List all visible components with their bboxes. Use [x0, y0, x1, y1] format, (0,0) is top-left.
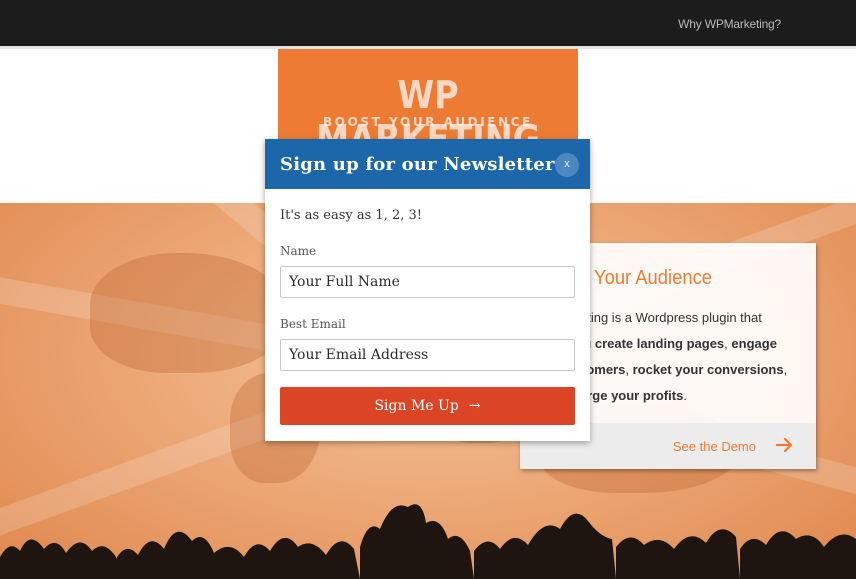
- card-heading: Your Audience: [594, 267, 713, 289]
- email-input[interactable]: [280, 339, 575, 371]
- why-wpmarketing-link[interactable]: Why WPMarketing?: [678, 17, 781, 31]
- crowd-silhouette: [0, 499, 856, 579]
- card-text: ,: [625, 362, 633, 377]
- card-bold-text: rocket your conversions: [632, 362, 784, 377]
- name-label: Name: [280, 244, 317, 258]
- submit-label: Sign Me Up: [374, 398, 459, 414]
- email-label: Best Email: [280, 317, 346, 331]
- card-bold-text: arge your profits: [580, 388, 684, 403]
- modal-intro-text: It's as easy as 1, 2, 3!: [280, 208, 423, 223]
- card-text: eting is a Wordpress plugin that: [580, 310, 762, 325]
- world-map-continent: [90, 253, 290, 373]
- modal-title: Sign up for our Newsletter: [280, 154, 555, 175]
- modal-header: Sign up for our Newsletter x: [265, 139, 590, 189]
- sign-me-up-button[interactable]: Sign Me Up →: [280, 387, 575, 425]
- name-input[interactable]: [280, 266, 575, 298]
- arrow-right-icon: →: [468, 398, 481, 414]
- close-button[interactable]: x: [555, 153, 579, 177]
- card-line: tomers, rocket your conversions,: [582, 357, 787, 383]
- card-text: ,: [783, 362, 788, 377]
- card-bold-text: create landing pages: [594, 336, 725, 351]
- card-line: eting is a Wordpress plugin that: [580, 305, 762, 331]
- top-nav-bar: Why WPMarketing?: [0, 0, 856, 46]
- card-line: u create landing pages, engage: [584, 331, 777, 357]
- card-text: .: [683, 388, 687, 403]
- card-line: arge your profits.: [580, 383, 687, 409]
- card-bold-text: engage: [731, 336, 777, 351]
- arrow-right-icon[interactable]: [775, 437, 794, 453]
- see-demo-link[interactable]: See the Demo: [673, 439, 756, 454]
- newsletter-modal: Sign up for our Newsletter x It's as eas…: [265, 139, 590, 441]
- logo-tagline: BOOST YOUR AUDIENCE: [323, 115, 533, 129]
